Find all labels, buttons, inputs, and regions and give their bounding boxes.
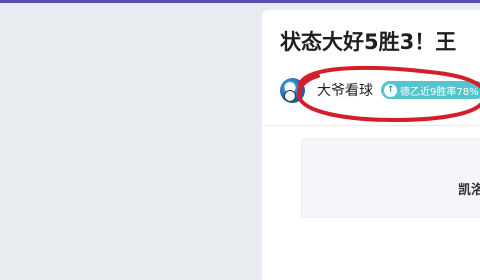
match-card[interactable]: 凯洛 — [301, 138, 480, 218]
win-rate-badge-label: 德乙近9胜率78% — [400, 86, 479, 98]
soccer-ball-icon — [284, 89, 296, 102]
match-card-team: 凯洛 — [458, 183, 480, 198]
top-accent-bar — [0, 0, 480, 3]
article-title: 状态大好5胜3！王 — [280, 30, 457, 54]
arrow-up-icon: ↑ — [384, 83, 397, 97]
author-name[interactable]: 大爷看球 — [317, 80, 373, 100]
author-avatar[interactable] — [280, 77, 305, 103]
divider — [262, 125, 480, 126]
author-row[interactable]: 大爷看球 ↑ 德乙近9胜率78% — [280, 76, 480, 104]
article-panel: 状态大好5胜3！王 大爷看球 ↑ 德乙近9胜率78% 凯洛 — [262, 10, 480, 280]
win-rate-badge[interactable]: ↑ 德乙近9胜率78% — [381, 81, 480, 99]
